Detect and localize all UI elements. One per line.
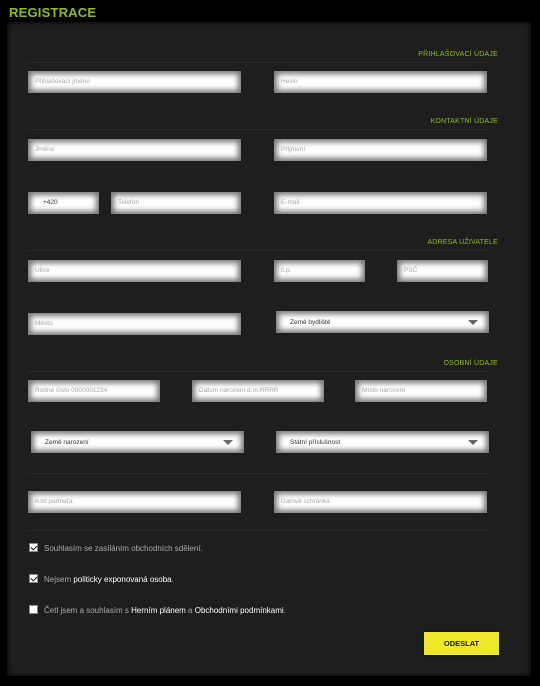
zip-placeholder: PSČ [404,267,418,274]
section-contact-heading: KONTAKTNÍ ÚDAJE [430,118,498,125]
city-input[interactable]: Město [28,313,241,335]
terms-prefix: Četl jsem a souhlasím s [44,606,132,615]
citizenship-value: Státní příslušnost [290,439,341,446]
street-placeholder: Ulice [35,267,50,274]
section-login-heading: PŘIHLAŠOVACÍ ÚDAJE [418,51,498,58]
username-placeholder: Přihlašovací jméno [35,78,90,85]
divider [28,62,490,63]
data-box-input[interactable]: Datová schránka [274,491,487,513]
submit-button[interactable]: ODESLAT [424,632,499,655]
marketing-consent-label: Souhlasím se zasíláním obchodních sdělen… [44,544,203,553]
email-input[interactable]: E-mail [274,192,487,214]
divider [28,473,490,474]
terms-consent-label: Četl jsem a souhlasím s Herním plánem a … [44,606,286,615]
section-personal-heading: OSOBNÍ ÚDAJE [443,360,498,367]
terms-middle: a [185,606,195,615]
first-name-placeholder: Jméno [35,146,55,153]
pep-link[interactable]: politicky exponovaná osoba [73,575,171,584]
divider [28,250,490,251]
birth-place-placeholder: Místo narození [362,387,405,394]
chevron-down-icon [468,440,478,445]
phone-placeholder: Telefon [118,199,139,206]
chevron-down-icon [468,320,478,325]
pep-consent-label: Nejsem politicky exponovaná osoba. [44,575,174,584]
section-address-heading: ADRESA UŽIVATELE [427,239,498,246]
data-box-placeholder: Datová schránka [281,498,330,505]
game-plan-link[interactable]: Herním plánem [131,606,186,615]
country-residence-select[interactable]: Země bydliště [276,311,489,333]
terms-consent-checkbox[interactable] [29,605,38,614]
country-birth-value: Země narození [45,439,89,446]
email-placeholder: E-mail [281,199,300,206]
check-icon [30,574,38,582]
pep-prefix: Nejsem [44,575,74,584]
phone-prefix-input[interactable]: +420 [28,192,99,214]
first-name-input[interactable]: Jméno [28,139,241,161]
partner-code-input[interactable]: Kód partnera [28,491,241,513]
password-placeholder: Heslo [281,78,298,85]
birth-number-input[interactable]: Rodné číslo 0000001234 [28,380,160,402]
birth-date-input[interactable]: Datum narození d.m.RRRR [192,380,324,402]
terms-conditions-link[interactable]: Obchodními podmínkami [195,606,284,615]
check-icon [30,543,38,551]
last-name-input[interactable]: Příjmení [274,139,487,161]
marketing-consent-checkbox[interactable] [29,543,38,552]
phone-input[interactable]: Telefon [111,192,241,214]
country-birth-select[interactable]: Země narození [31,431,244,453]
house-number-input[interactable]: č.p. [274,260,365,282]
zip-input[interactable]: PSČ [397,260,488,282]
country-residence-value: Země bydliště [290,319,331,326]
pep-consent-checkbox[interactable] [29,574,38,583]
username-input[interactable]: Přihlašovací jméno [28,71,241,93]
city-placeholder: Město [35,320,53,327]
birth-date-placeholder: Datum narození d.m.RRRR [199,387,279,394]
last-name-placeholder: Příjmení [281,146,306,153]
divider [28,129,490,130]
birth-number-placeholder: Rodné číslo 0000001234 [35,387,108,394]
divider [28,371,490,372]
street-input[interactable]: Ulice [28,260,241,282]
house-number-placeholder: č.p. [281,267,292,274]
password-input[interactable]: Heslo [274,71,487,93]
chevron-down-icon [223,440,233,445]
phone-prefix-value: +420 [43,199,58,206]
pep-suffix: . [171,575,174,584]
birth-place-input[interactable]: Místo narození [355,380,487,402]
partner-code-placeholder: Kód partnera [35,498,73,505]
page-title: REGISTRACE [9,5,97,20]
terms-suffix: . [283,606,286,615]
divider [28,530,490,531]
citizenship-select[interactable]: Státní příslušnost [276,431,489,453]
